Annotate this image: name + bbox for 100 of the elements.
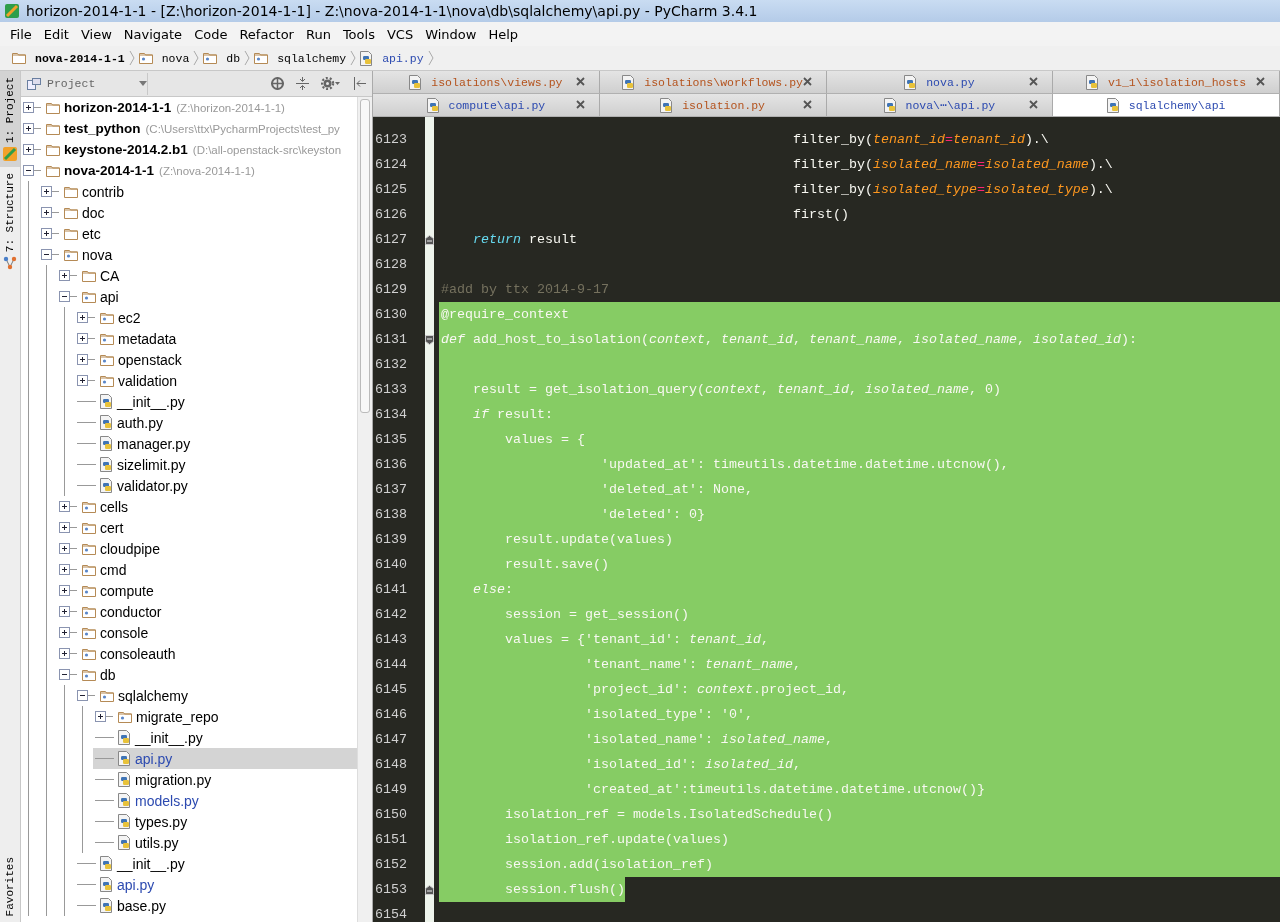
tree-item-label[interactable]: validation xyxy=(118,372,178,389)
tree-item-label[interactable]: cells xyxy=(100,498,128,515)
tree-item-label[interactable]: contrib xyxy=(82,183,125,200)
tree-row[interactable]: contrib xyxy=(39,181,357,202)
tree-row[interactable]: conductor xyxy=(57,601,357,622)
editor-tab[interactable]: isolations\workflows.py xyxy=(599,71,827,93)
tree-item-label[interactable]: migrate_repo xyxy=(136,708,219,725)
tree-row[interactable]: types.py xyxy=(93,811,357,832)
editor-tab[interactable]: isolations\views.py xyxy=(373,71,600,93)
expand-icon[interactable] xyxy=(59,627,78,638)
breadcrumb-item[interactable]: sqlalchemy xyxy=(250,51,351,65)
tree-item-label[interactable]: sqlalchemy xyxy=(118,687,189,704)
expand-icon[interactable] xyxy=(77,354,96,365)
tree-row[interactable]: api xyxy=(57,286,357,307)
tree-row[interactable]: cells xyxy=(57,496,357,517)
close-icon[interactable] xyxy=(1029,77,1039,86)
menu-item[interactable]: VCS xyxy=(380,26,420,42)
expand-icon[interactable] xyxy=(59,648,78,659)
tree-row[interactable]: etc xyxy=(39,223,357,244)
editor-tab[interactable]: isolation.py xyxy=(599,94,827,116)
editor-tab[interactable]: compute\api.py xyxy=(373,94,600,116)
tree-item-label[interactable]: cmd xyxy=(100,561,127,578)
tree-item-label[interactable]: manager.py xyxy=(117,435,191,452)
tree-row[interactable]: openstack xyxy=(75,349,357,370)
expand-icon[interactable] xyxy=(95,711,114,722)
menu-item[interactable]: View xyxy=(74,26,118,42)
menu-item[interactable]: Code xyxy=(188,26,234,42)
breadcrumb-label[interactable]: nova xyxy=(161,51,190,65)
code-editor[interactable] xyxy=(373,117,1280,922)
tree-item-label[interactable]: auth.py xyxy=(117,414,163,431)
close-icon[interactable] xyxy=(802,100,812,109)
tree-item-label[interactable]: cloudpipe xyxy=(100,540,160,557)
tree-item-label[interactable]: test_python xyxy=(64,121,141,136)
expand-icon[interactable] xyxy=(59,585,78,596)
tree-row[interactable]: migration.py xyxy=(93,769,357,790)
fold-icon[interactable] xyxy=(425,234,434,245)
tree-row[interactable]: migrate_repo xyxy=(93,706,357,727)
settings-icon[interactable] xyxy=(321,77,341,90)
tree-item-label[interactable]: CA xyxy=(100,267,120,284)
close-icon[interactable] xyxy=(1256,77,1265,86)
expand-icon[interactable] xyxy=(59,522,78,533)
tool-window-tab[interactable]: 7: Structure xyxy=(0,167,20,277)
tree-row[interactable]: sizelimit.py xyxy=(75,454,357,475)
tree-item-label[interactable]: types.py xyxy=(135,813,188,830)
tree-item-label[interactable]: ec2 xyxy=(118,309,141,326)
expand-icon[interactable] xyxy=(41,186,60,197)
tree-item-label[interactable]: consoleauth xyxy=(100,645,176,662)
menu-item[interactable]: Edit xyxy=(37,26,75,42)
breadcrumb-item[interactable]: db xyxy=(199,51,245,65)
expand-icon[interactable] xyxy=(41,228,60,239)
editor-tab[interactable]: nova.py xyxy=(826,71,1054,93)
tool-window-tab[interactable]: Favorites xyxy=(0,850,20,922)
tree-row[interactable]: console xyxy=(57,622,357,643)
collapse-icon[interactable] xyxy=(59,291,78,302)
collapse-all-icon[interactable] xyxy=(296,77,309,90)
tree-item-label[interactable]: keystone-2014.2.b1 xyxy=(64,142,188,157)
tree-item-label[interactable]: utils.py xyxy=(135,834,179,851)
tree-row[interactable]: test_python (C:\Users\ttx\PycharmProjects\test_py xyxy=(21,118,357,139)
expand-icon[interactable] xyxy=(77,333,96,344)
expand-icon[interactable] xyxy=(23,102,42,113)
tree-item-label[interactable]: api.py xyxy=(117,876,155,893)
expand-icon[interactable] xyxy=(59,543,78,554)
tree-item-label[interactable]: migration.py xyxy=(135,771,212,788)
tree-row[interactable]: models.py xyxy=(93,790,357,811)
collapse-icon[interactable] xyxy=(23,165,42,176)
tree-item-label[interactable]: nova-2014-1-1 xyxy=(64,163,155,178)
tree-row[interactable]: utils.py xyxy=(93,832,357,853)
tree-row[interactable]: __init__.py xyxy=(75,391,357,412)
tree-row[interactable]: validator.py xyxy=(75,475,357,496)
tree-item-label[interactable]: conductor xyxy=(100,603,162,620)
tool-window-label[interactable]: 1: Project xyxy=(4,77,16,143)
collapse-icon[interactable] xyxy=(41,249,60,260)
tree-item-label[interactable]: __init__.py xyxy=(117,393,185,410)
menu-item[interactable]: Window xyxy=(419,26,483,42)
tree-item-label[interactable]: doc xyxy=(82,204,105,221)
tree-row[interactable]: nova xyxy=(39,244,357,265)
close-icon[interactable] xyxy=(575,100,585,109)
tree-row[interactable]: validation xyxy=(75,370,357,391)
scrollbar-thumb[interactable] xyxy=(360,99,370,413)
expand-icon[interactable] xyxy=(41,207,60,218)
tree-row[interactable]: db xyxy=(57,664,357,685)
tree-row[interactable]: CA xyxy=(57,265,357,286)
menu-item[interactable]: Refactor xyxy=(233,26,300,42)
tree-row[interactable]: api.py xyxy=(75,874,357,895)
tree-item-label[interactable]: metadata xyxy=(118,330,177,347)
editor-tab[interactable]: nova\⋯\api.py xyxy=(826,94,1054,116)
tree-row[interactable]: auth.py xyxy=(75,412,357,433)
tree-item-label[interactable]: __init__.py xyxy=(135,729,203,746)
breadcrumb-item[interactable]: nova-2014-1-1 xyxy=(8,51,129,65)
expand-icon[interactable] xyxy=(59,501,78,512)
menu-item[interactable]: File xyxy=(4,26,38,42)
tree-row[interactable]: consoleauth xyxy=(57,643,357,664)
breadcrumb-label[interactable]: db xyxy=(226,51,241,65)
collapse-icon[interactable] xyxy=(77,690,96,701)
tree-row[interactable]: doc xyxy=(39,202,357,223)
tree-item-label[interactable]: validator.py xyxy=(117,477,188,494)
breadcrumb-label[interactable]: nova-2014-1-1 xyxy=(35,51,125,65)
expand-icon[interactable] xyxy=(77,375,96,386)
menu-item[interactable]: Navigate xyxy=(117,26,189,42)
tree-row[interactable]: horizon-2014-1-1 (Z:\horizon-2014-1-1) xyxy=(21,97,357,118)
